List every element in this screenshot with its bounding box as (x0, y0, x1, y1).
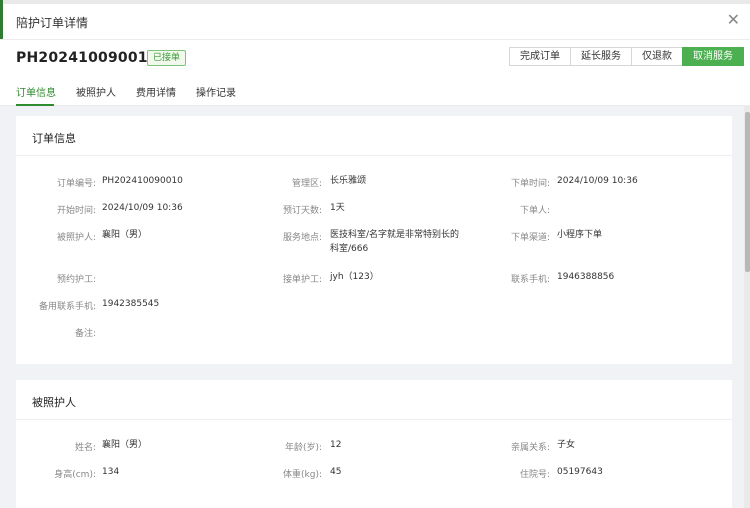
cancel-service-button[interactable]: 取消服务 (682, 47, 744, 66)
height-label: 身高(cm): (54, 470, 96, 480)
content-area: 订单信息 订单编号: PH202410090010 管理区: 长乐雅颂 下单时间… (0, 106, 750, 508)
accepted-nurse-value: jyh（123） (330, 272, 379, 282)
weight-label: 体重(kg): (283, 470, 322, 480)
card-divider (16, 419, 732, 420)
close-icon[interactable]: ✕ (727, 12, 740, 28)
area-label: 管理区: (291, 179, 322, 189)
status-badge: 已接单 (147, 50, 187, 66)
booked-nurse-label: 预约护工: (56, 275, 96, 285)
age-value: 12 (330, 440, 342, 450)
channel-value: 小程序下单 (557, 230, 603, 240)
phone-label: 联系手机: (510, 275, 550, 285)
order-no-label: 订单编号: (56, 179, 96, 189)
relation-label: 亲属关系: (510, 443, 550, 453)
relation-value: 子女 (557, 440, 576, 450)
tab-operation-log[interactable]: 操作记录 (196, 84, 236, 99)
patient-info-title: 被照护人 (32, 396, 76, 409)
start-time-value: 2024/10/09 10:36 (102, 203, 183, 213)
accepted-nurse-label: 接单护工: (282, 275, 322, 285)
extend-service-button[interactable]: 延长服务 (570, 47, 632, 66)
order-info-card: 订单信息 订单编号: PH202410090010 管理区: 长乐雅颂 下单时间… (16, 116, 732, 364)
order-detail-dialog: 陪护订单详情 ✕ PH202410090010 已接单 完成订单 延长服务 仅退… (0, 0, 750, 508)
tab-order-info[interactable]: 订单信息 (16, 84, 56, 99)
admission-no-value: 05197643 (557, 467, 603, 477)
channel-label: 下单渠道: (510, 233, 550, 243)
card-divider (16, 155, 732, 156)
created-time-value: 2024/10/09 10:36 (557, 176, 638, 186)
backup-phone-label: 备用联系手机: (38, 302, 96, 312)
dialog-header: 陪护订单详情 ✕ (0, 4, 750, 40)
order-header-bar: PH202410090010 已接单 完成订单 延长服务 仅退款 取消服务 (0, 40, 750, 76)
height-value: 134 (102, 467, 120, 477)
tab-bar: 订单信息 被照护人 费用详情 操作记录 (0, 78, 750, 106)
location-label: 服务地点: (282, 233, 322, 243)
refund-only-button[interactable]: 仅退款 (631, 47, 683, 66)
creator-label: 下单人: (519, 206, 550, 216)
order-no-value: PH202410090010 (102, 176, 183, 186)
phone-value: 1946388856 (557, 272, 615, 282)
admission-no-label: 住院号: (519, 470, 550, 480)
complete-order-button[interactable]: 完成订单 (509, 47, 571, 66)
age-label: 年龄(岁): (284, 443, 322, 453)
backup-phone-value: 1942385545 (102, 299, 160, 309)
scrollbar-thumb[interactable] (745, 112, 750, 272)
weight-value: 45 (330, 467, 342, 477)
patient-info-card: 被照护人 姓名: 襄阳（男） 年龄(岁): 12 亲属关系: 子女 身高(cm)… (16, 380, 732, 508)
patient-label: 被照护人: (56, 233, 96, 243)
name-value: 襄阳（男） (102, 440, 148, 450)
area-value: 长乐雅颂 (330, 176, 367, 186)
name-label: 姓名: (74, 443, 96, 453)
dialog-title: 陪护订单详情 (16, 16, 89, 30)
order-info-title: 订单信息 (32, 132, 76, 145)
tab-patient[interactable]: 被照护人 (76, 84, 116, 99)
remark-label: 备注: (74, 329, 96, 339)
days-label: 预订天数: (282, 206, 322, 216)
tab-fee-details[interactable]: 费用详情 (136, 84, 176, 99)
patient-value: 襄阳（男） (102, 230, 148, 240)
action-button-group: 完成订单 延长服务 仅退款 取消服务 (509, 47, 744, 66)
location-value: 医技科室/名字就是非常特别长的科室/666 (330, 230, 460, 254)
start-time-label: 开始时间: (56, 206, 96, 216)
days-value: 1天 (330, 203, 345, 213)
created-time-label: 下单时间: (510, 179, 550, 189)
order-number: PH202410090010 (16, 50, 158, 66)
